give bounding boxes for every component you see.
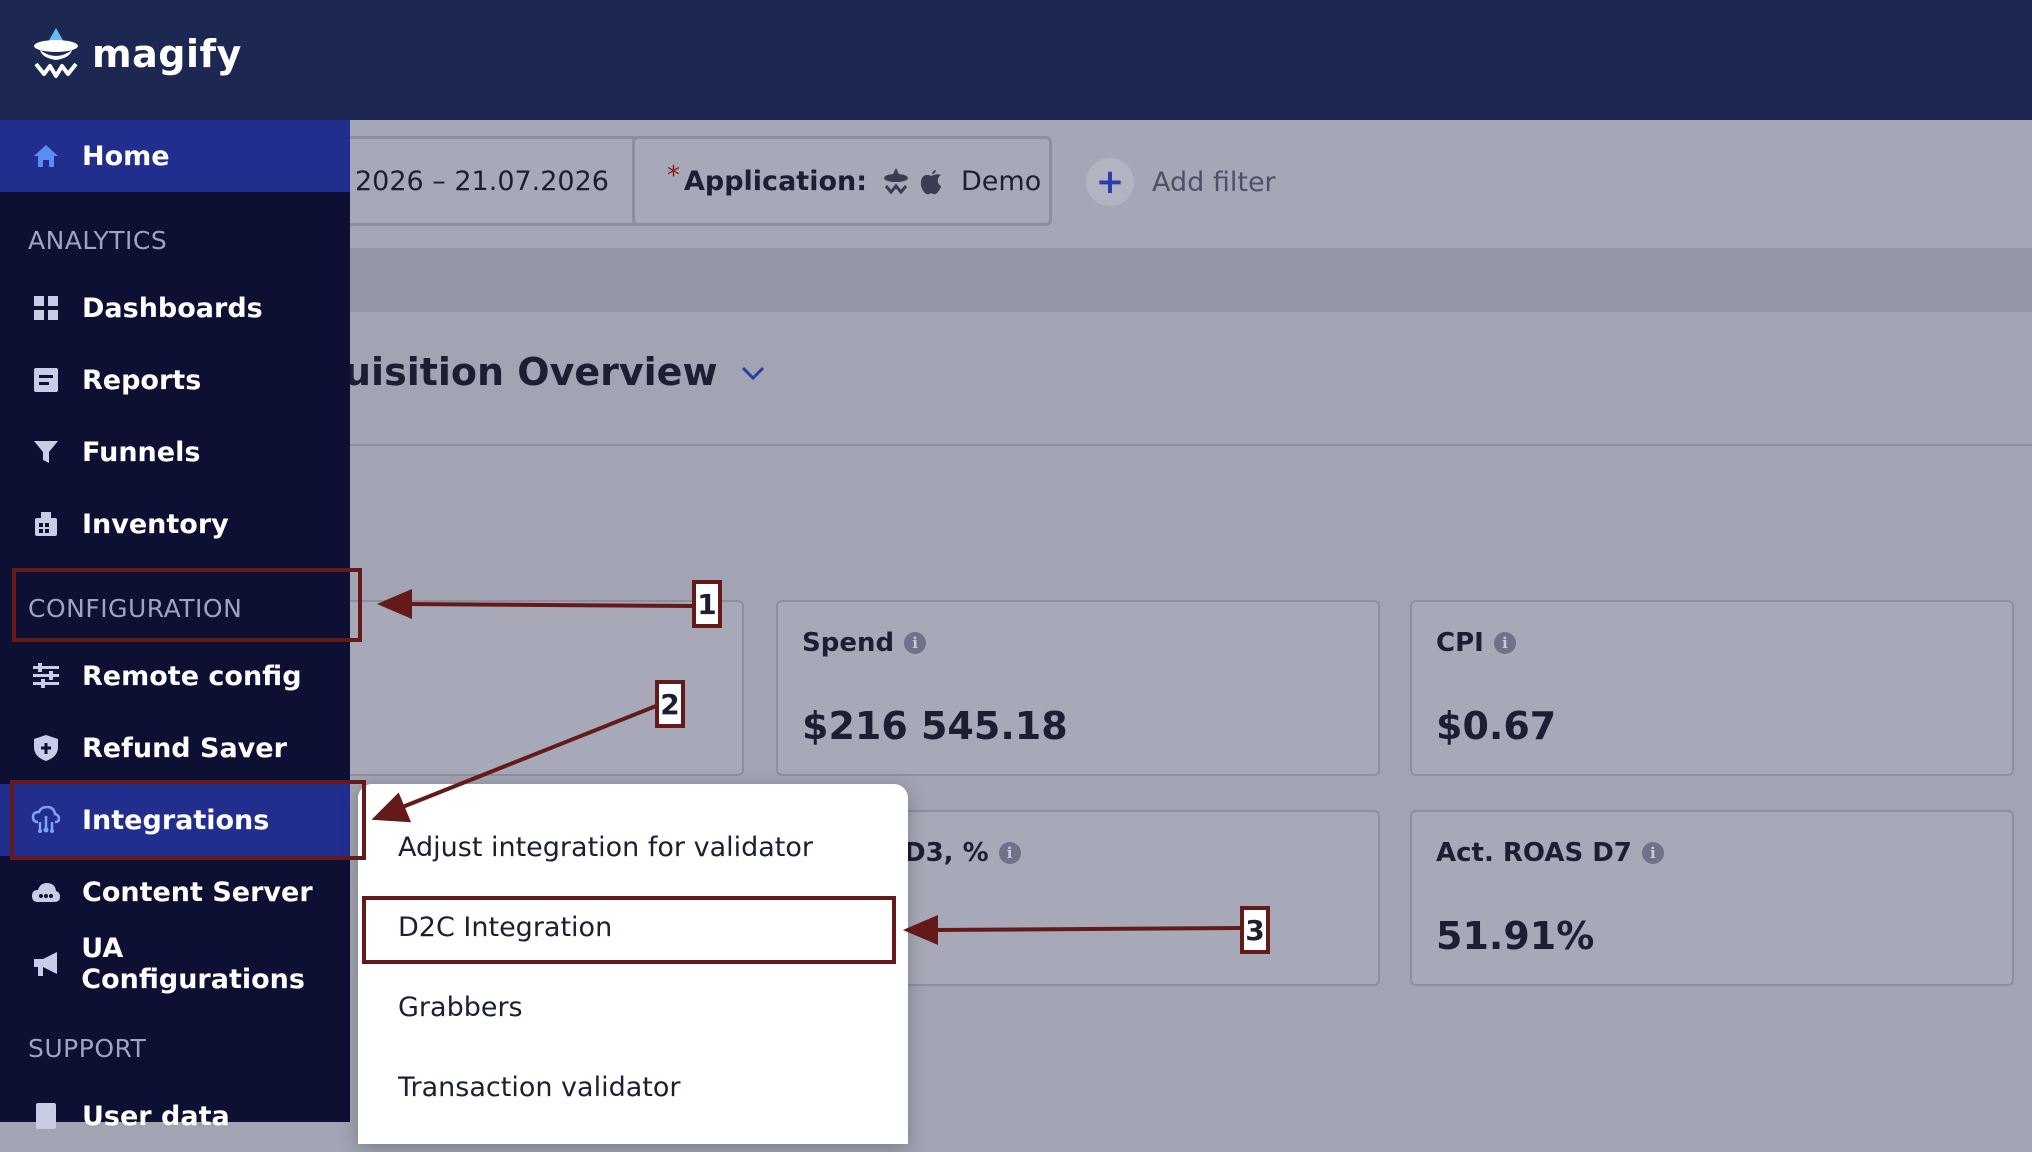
annotation-number-3: 3 (1240, 906, 1270, 954)
annotation-number-1: 1 (692, 580, 722, 628)
annotation-arrows (371, 588, 1241, 946)
annotation-number-2: 2 (655, 680, 685, 728)
